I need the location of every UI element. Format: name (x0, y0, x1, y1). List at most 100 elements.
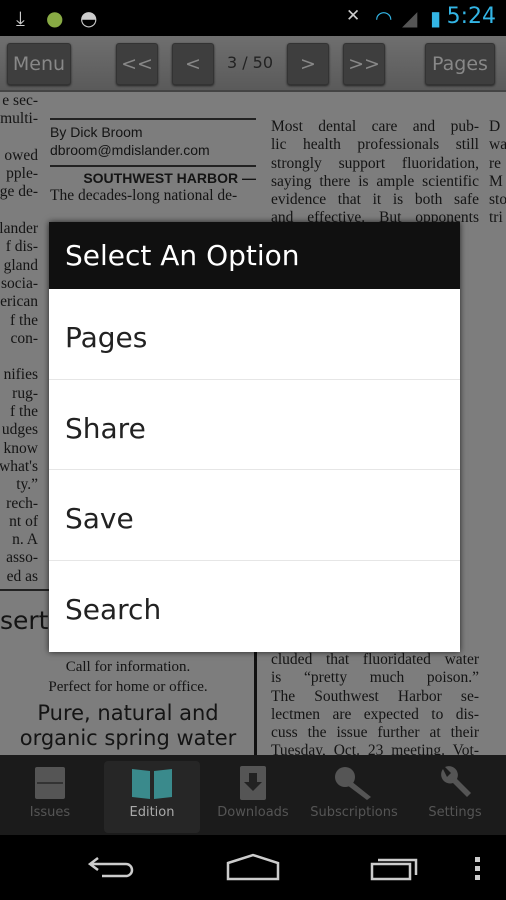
text-line: multi- (0, 110, 38, 128)
byline-name: By Dick Broom (50, 124, 143, 140)
text-line: strongly support fluoridation, (271, 154, 479, 172)
text-line: wa (489, 136, 506, 154)
text-line: saying there is ample scientific (271, 172, 479, 190)
text-line: evidence that it is both safe (271, 191, 479, 209)
text-line: n. A (12, 531, 38, 549)
system-nav-bar (0, 835, 506, 900)
text-line: M (489, 172, 503, 190)
tab-label: Issues (29, 805, 71, 820)
battery-charging-icon: ▮ (430, 6, 442, 30)
text-line: owed (4, 146, 38, 164)
dateline: SOUTHWEST HARBOR — (83, 170, 256, 186)
prev-page-button[interactable]: < (172, 43, 214, 85)
tab-label: Subscriptions (310, 805, 398, 820)
text-line: f the (10, 403, 38, 421)
ad-tagline: Pure, natural and (37, 701, 219, 725)
text-line (0, 129, 38, 147)
text-line: f the (10, 311, 38, 329)
back-icon[interactable] (88, 855, 138, 881)
status-bar: ⤓ ● ◓ ✕ ◠ ◢ ▮ 5:24 (0, 0, 506, 36)
text-line: D (489, 118, 501, 135)
mute-icon: ✕ (346, 6, 361, 26)
key-icon (306, 761, 402, 805)
text-line: Most dental care and pub- (271, 118, 479, 135)
wifi-icon: ◠ (375, 6, 393, 30)
overflow-menu-icon[interactable] (474, 857, 482, 881)
option-share[interactable]: Share (49, 380, 460, 471)
text-line: lic health professionals still (271, 136, 479, 154)
text-line: tri (489, 209, 503, 227)
text-line (0, 348, 38, 366)
page-indicator: 3 / 50 (226, 53, 274, 72)
text-line: socia- (0, 274, 38, 292)
text-line: lectmen are expected to dis- (271, 705, 479, 723)
download-icon: ⤓ (16, 6, 25, 30)
tab-subscriptions[interactable]: Subscriptions (306, 761, 402, 833)
pages-button[interactable]: Pages (425, 43, 495, 85)
text-line: gland (3, 256, 38, 274)
text-line: f dis- (5, 238, 38, 256)
text-line: e sec- (2, 92, 38, 109)
recent-apps-icon[interactable] (370, 855, 420, 881)
text-line: lander (0, 220, 38, 238)
tab-label: Edition (129, 805, 175, 820)
ad-line: Call for information. (65, 659, 191, 675)
text-line: ed as (6, 567, 38, 585)
text-line: cluded that fluoridated water (271, 651, 479, 668)
text-line: Tuesday, Oct. 23 meeting. Vot- (271, 742, 479, 755)
text-line: cuss the issue further at their (271, 724, 479, 742)
bottom-tab-bar: Issues Edition Downloads Subscriptions S… (0, 755, 506, 835)
tab-issues[interactable]: Issues (2, 761, 98, 833)
text-line: erican (0, 293, 38, 311)
tab-settings[interactable]: Settings (407, 761, 503, 833)
text-line: ge de- (0, 183, 38, 201)
option-save[interactable]: Save (49, 470, 460, 562)
tab-edition[interactable]: Edition (104, 761, 200, 833)
text-line: ty.” (16, 476, 38, 494)
text-line: udges (1, 421, 38, 439)
text-line: re (489, 154, 502, 172)
option-pages[interactable]: Pages (49, 289, 460, 380)
text-line (0, 202, 38, 220)
left-column-fragments: e sec-multi-owed pple-ge de-lander f dis-g… (0, 92, 38, 586)
next-page-button[interactable]: > (287, 43, 329, 85)
text-line: rech- (6, 494, 38, 512)
tab-downloads[interactable]: Downloads (205, 761, 301, 833)
last-page-button[interactable]: >> (343, 43, 385, 85)
text-line: is “pretty much poison.” (271, 669, 479, 687)
clock: 5:24 (446, 4, 496, 29)
tab-label: Downloads (217, 805, 289, 820)
download-icon (205, 761, 301, 805)
android-head-icon: ◓ (80, 6, 98, 30)
text-line: pple- (6, 165, 38, 183)
home-icon[interactable] (226, 853, 280, 881)
reader-toolbar: Menu << < 3 / 50 > >> Pages (0, 36, 506, 92)
dialog-title: Select An Option (49, 222, 460, 289)
text-line: The Southwest Harbor se- (271, 687, 479, 705)
option-search[interactable]: Search (49, 561, 460, 652)
text-line: asso- (6, 549, 38, 567)
far-column-fragments: Dwa re Msto tri (489, 118, 506, 228)
byline-email: dbroom@mdislander.com (50, 142, 210, 158)
article-lead: The decades-long national de- (50, 187, 238, 205)
ad-line: Perfect for home or office. (48, 679, 208, 695)
article-column: By Dick Broom dbroom@mdislander.com SOUT… (50, 118, 256, 206)
first-page-button[interactable]: << (116, 43, 158, 85)
select-option-dialog: Select An Option Pages Share Save Search (49, 222, 460, 652)
text-line: what's (0, 457, 38, 475)
text-line: rug- (12, 384, 38, 402)
signal-icon: ◢ (402, 6, 418, 30)
menu-button[interactable]: Menu (7, 43, 71, 85)
wrench-icon (407, 761, 503, 805)
text-line: con- (10, 329, 38, 347)
article-right-bottom: cluded that fluoridated water is “pretty … (271, 651, 479, 755)
text-line: nt of (9, 512, 38, 530)
text-line: know (3, 439, 38, 457)
text-line: sto (489, 191, 506, 209)
ad-tagline: organic spring water (19, 726, 237, 750)
byline: By Dick Broom dbroom@mdislander.com (50, 118, 256, 167)
text-line: nifies (3, 366, 38, 384)
android-icon: ● (46, 6, 64, 30)
tab-label: Settings (428, 805, 482, 820)
article-right-top: Most dental care and pub-lic health prof… (271, 118, 479, 228)
